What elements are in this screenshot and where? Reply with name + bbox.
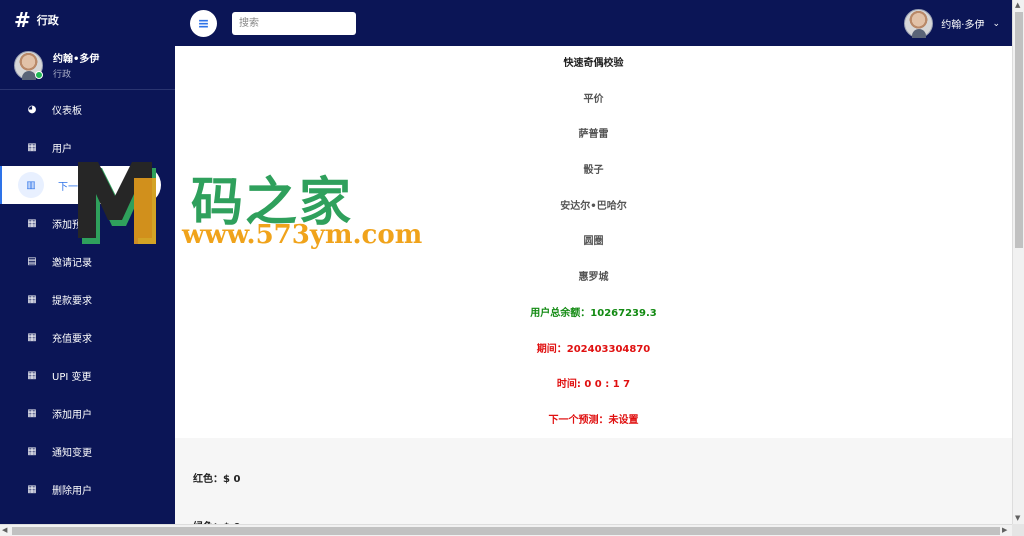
horizontal-scroll-thumb[interactable]	[12, 527, 1000, 535]
hamburger-icon: ≡	[197, 15, 210, 32]
bar-chart-icon: ▥	[26, 179, 36, 191]
menu-toggle-button[interactable]: ≡	[190, 10, 217, 37]
chevron-down-icon: ⌄	[992, 18, 1000, 29]
sidebar: 约翰•多伊 行政 ◕仪表板 ▦用户 ▥下一个预测 ▦添加预测 ▤邀请记录 ▦提款…	[0, 46, 175, 536]
sidebar-item-label: 添加用户	[52, 409, 92, 421]
sidebar-item-delete-user[interactable]: ▦ 删除用户	[0, 470, 175, 508]
table-icon: ▦	[27, 369, 37, 381]
total-balance: 用户总余额：10267239.3	[530, 307, 657, 319]
header-user-name: 约翰·多伊	[941, 20, 985, 31]
sidebar-item-label: 用户	[52, 143, 72, 155]
sidebar-item-recharge-requests[interactable]: ▦ 充值要求	[0, 318, 175, 356]
sidebar-item-withdraw-requests[interactable]: ▦ 提款要求	[0, 280, 175, 318]
game-title: 快速奇偶校验	[563, 58, 624, 69]
brand[interactable]: # 行政	[14, 10, 59, 30]
table-icon: ▦	[27, 483, 37, 495]
header-user-menu[interactable]: 约翰·多伊 ⌄	[904, 9, 1000, 38]
table-icon: ▦	[27, 293, 37, 305]
table-icon: ▦	[27, 217, 37, 229]
header-avatar	[904, 9, 934, 38]
period: 期间：202403304870	[536, 343, 651, 355]
dashboard-icon: ◕	[27, 103, 37, 115]
grid-icon: ▦	[27, 141, 37, 153]
sidebar-avatar	[14, 50, 43, 80]
table-icon: ▦	[27, 407, 37, 419]
brand-name: 行政	[36, 14, 59, 27]
icon-circle: ▥	[18, 172, 44, 198]
sidebar-item-label: 仪表板	[52, 105, 82, 117]
game-name: 平价	[583, 93, 604, 105]
scroll-up-icon[interactable]: ▲	[1015, 1, 1020, 9]
watermark-logo	[78, 162, 156, 244]
sidebar-item-label: 邀请记录	[52, 257, 92, 269]
scroll-right-icon[interactable]: ▶	[1002, 526, 1007, 534]
top-bar: # 行政 ≡ 约翰·多伊 ⌄	[0, 0, 1012, 46]
vertical-scrollbar[interactable]: ▲ ▼	[1012, 0, 1024, 524]
sidebar-item-label: UPI 变更	[52, 371, 92, 383]
brand-hash-icon: #	[14, 8, 31, 32]
scroll-down-icon[interactable]: ▼	[1015, 514, 1020, 522]
online-status-dot	[35, 70, 43, 79]
sidebar-item-label: 提款要求	[52, 295, 92, 307]
bet-balances-panel: 红色：$ 0 绿色：$ 0	[175, 438, 1012, 533]
table-icon: ▦	[27, 445, 37, 457]
sidebar-item-notification-change[interactable]: ▦ 通知变更	[0, 432, 175, 470]
sidebar-nav: ◕仪表板 ▦用户 ▥下一个预测 ▦添加预测 ▤邀请记录 ▦提款要求 ▦充值要求 …	[0, 90, 175, 508]
sidebar-user-name: 约翰•多伊	[53, 54, 100, 65]
countdown-timer: 时间: 0 0 : 1 7	[556, 379, 631, 391]
red-balance: 红色：$ 0	[193, 474, 241, 485]
sidebar-item-add-user[interactable]: ▦ 添加用户	[0, 394, 175, 432]
sidebar-item-upi-change[interactable]: ▦ UPI 变更	[0, 356, 175, 394]
horizontal-scrollbar[interactable]: ◀ ▶	[0, 524, 1012, 536]
sidebar-item-label: 删除用户	[52, 485, 92, 497]
sidebar-user: 约翰•多伊 行政	[14, 50, 99, 80]
sidebar-item-dashboard[interactable]: ◕ 仪表板	[0, 90, 175, 128]
sidebar-user-role: 行政	[53, 70, 72, 80]
sidebar-item-label: 通知变更	[52, 447, 92, 459]
sidebar-item-label: 充值要求	[52, 333, 92, 345]
search-input[interactable]	[232, 12, 356, 35]
watermark-url: www.573ym.com	[182, 220, 423, 250]
game-name: 惠罗城	[578, 272, 609, 284]
vertical-scroll-thumb[interactable]	[1015, 12, 1023, 248]
keyboard-icon: ▤	[27, 255, 37, 267]
table-icon: ▦	[27, 331, 37, 343]
scrollbar-corner	[1012, 524, 1024, 536]
scroll-left-icon[interactable]: ◀	[2, 526, 7, 534]
